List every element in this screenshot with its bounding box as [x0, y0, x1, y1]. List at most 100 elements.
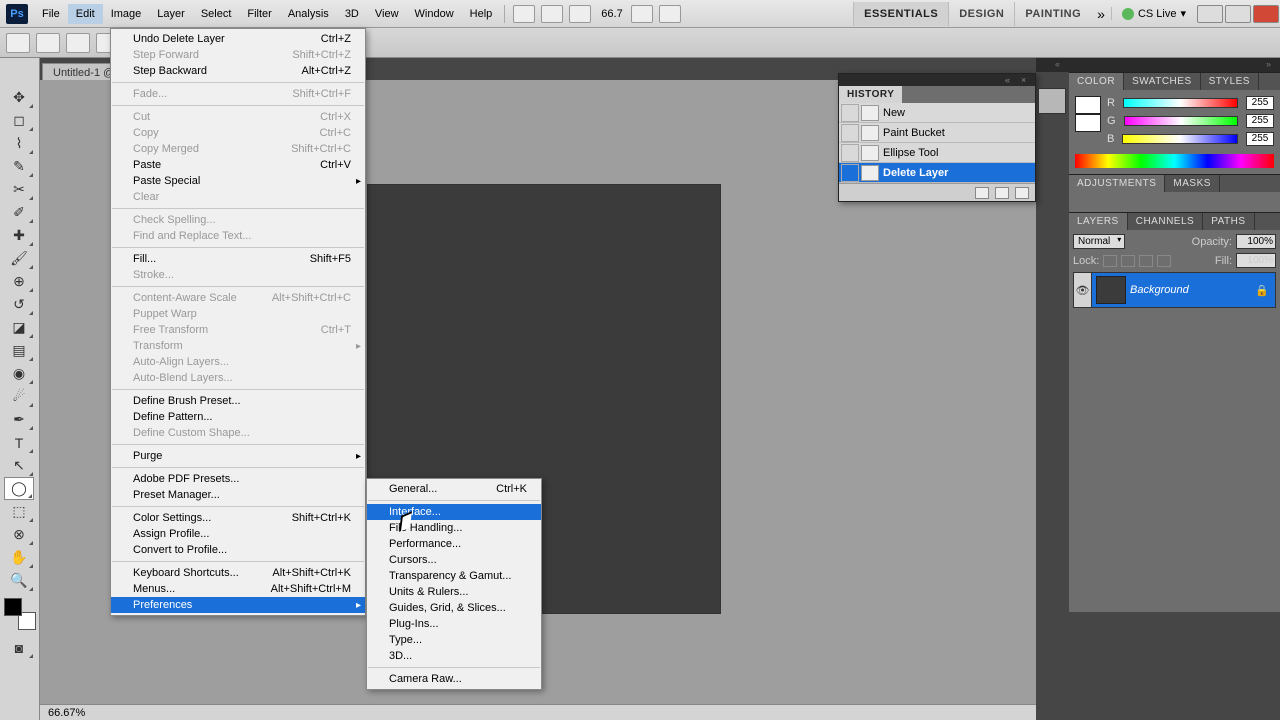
menubar-analysis[interactable]: Analysis [280, 4, 337, 24]
tab-history[interactable]: HISTORY [839, 86, 902, 103]
selection-new-icon[interactable] [36, 33, 60, 53]
menu-item[interactable]: Purge [111, 448, 365, 464]
launch-minibr-icon[interactable] [541, 5, 563, 23]
type-tool-icon[interactable]: T [4, 431, 34, 454]
lasso-tool-icon[interactable]: ⌇ [4, 132, 34, 155]
layer-thumb[interactable] [1096, 276, 1126, 304]
menu-item[interactable]: Color Settings...Shift+Ctrl+K [111, 510, 365, 526]
b-value[interactable]: 255 [1246, 132, 1274, 146]
zoom-tool-icon[interactable]: 🔍 [4, 569, 34, 592]
tab-swatches[interactable]: SWATCHES [1124, 73, 1201, 90]
eraser-tool-icon[interactable]: ◪ [4, 316, 34, 339]
tab-adjustments[interactable]: ADJUSTMENTS [1069, 175, 1165, 192]
menu-item[interactable]: Cursors... [367, 552, 541, 568]
opacity-input[interactable]: 100% [1236, 234, 1276, 249]
selection-add-icon[interactable] [66, 33, 90, 53]
cs-live-button[interactable]: CS Live ▾ [1111, 7, 1196, 20]
lock-all-icon[interactable] [1157, 255, 1171, 267]
menubar-help[interactable]: Help [462, 4, 501, 24]
lock-trans-icon[interactable] [1103, 255, 1117, 267]
b-slider[interactable] [1122, 134, 1238, 144]
history-item[interactable]: Delete Layer [839, 163, 1035, 183]
workspace-painting[interactable]: PAINTING [1014, 2, 1091, 26]
panel-close-icon[interactable]: × [1021, 76, 1031, 84]
menubar-window[interactable]: Window [407, 4, 462, 24]
menubar-filter[interactable]: Filter [239, 4, 279, 24]
blend-mode-select[interactable]: Normal [1073, 234, 1125, 249]
menubar-layer[interactable]: Layer [149, 4, 193, 24]
healing-tool-icon[interactable]: ✚ [4, 224, 34, 247]
menubar-image[interactable]: Image [103, 4, 150, 24]
history-snapshot-icon[interactable] [975, 187, 989, 199]
lock-pixels-icon[interactable] [1121, 255, 1135, 267]
blur-tool-icon[interactable]: ◉ [4, 362, 34, 385]
menu-item[interactable]: Transparency & Gamut... [367, 568, 541, 584]
tab-channels[interactable]: CHANNELS [1128, 213, 1203, 230]
menu-item[interactable]: Type... [367, 632, 541, 648]
eyedropper-tool-icon[interactable]: ✐ [4, 201, 34, 224]
window-maximize-button[interactable] [1225, 5, 1251, 23]
menubar-3d[interactable]: 3D [337, 4, 367, 24]
tab-paths[interactable]: PATHS [1203, 213, 1254, 230]
crop-tool-icon[interactable]: ✂ [4, 178, 34, 201]
r-slider[interactable] [1123, 98, 1238, 108]
menu-item[interactable]: Preferences [111, 597, 365, 613]
pen-tool-icon[interactable]: ✒ [4, 408, 34, 431]
zoom-readout[interactable]: 66.7 [601, 8, 622, 20]
menu-item[interactable]: File Handling... [367, 520, 541, 536]
menu-item[interactable]: Guides, Grid, & Slices... [367, 600, 541, 616]
spectrum-bar[interactable] [1075, 154, 1274, 168]
quickselect-tool-icon[interactable]: ✎ [4, 155, 34, 178]
workspace-essentials[interactable]: ESSENTIALS [853, 2, 948, 26]
menu-item[interactable]: Undo Delete LayerCtrl+Z [111, 31, 365, 47]
tab-masks[interactable]: MASKS [1165, 175, 1220, 192]
screenmode-icon[interactable] [659, 5, 681, 23]
layer-row-background[interactable]: 👁 Background 🔒 [1073, 272, 1276, 308]
dodge-tool-icon[interactable]: ☄ [4, 385, 34, 408]
dock-collapse-icon[interactable]: « [1055, 59, 1065, 69]
menu-item[interactable]: Fill...Shift+F5 [111, 251, 365, 267]
3dcamera-tool-icon[interactable]: ⊗ [4, 523, 34, 546]
tab-layers[interactable]: LAYERS [1069, 213, 1128, 230]
history-brush-tool-icon[interactable]: ↺ [4, 293, 34, 316]
3d-tool-icon[interactable]: ⬚ [4, 500, 34, 523]
history-item[interactable]: Paint Bucket [839, 123, 1035, 143]
fill-input[interactable]: 100% [1236, 253, 1276, 268]
menu-item[interactable]: Preset Manager... [111, 487, 365, 503]
tab-color[interactable]: COLOR [1069, 73, 1124, 90]
menu-item[interactable]: Camera Raw... [367, 671, 541, 687]
foreground-background-swatch[interactable] [4, 598, 36, 630]
menu-item[interactable]: Units & Rulers... [367, 584, 541, 600]
shape-tool-icon[interactable]: ◯ [4, 477, 34, 500]
menu-item[interactable]: Assign Profile... [111, 526, 365, 542]
dock-collapse-icon[interactable]: » [1266, 59, 1276, 69]
g-slider[interactable] [1124, 116, 1238, 126]
menu-item[interactable]: Keyboard Shortcuts...Alt+Shift+Ctrl+K [111, 565, 365, 581]
menubar-view[interactable]: View [367, 4, 407, 24]
history-item[interactable]: New [839, 103, 1035, 123]
menu-item[interactable]: Menus...Alt+Shift+Ctrl+M [111, 581, 365, 597]
stamp-tool-icon[interactable]: ⊕ [4, 270, 34, 293]
menu-item[interactable]: Performance... [367, 536, 541, 552]
tool-preset-icon[interactable] [6, 33, 30, 53]
menu-item[interactable]: Paste Special [111, 173, 365, 189]
menu-item[interactable]: Interface... [367, 504, 541, 520]
hand-tool-icon[interactable]: ✋ [4, 546, 34, 569]
arrange-icon[interactable] [631, 5, 653, 23]
gradient-tool-icon[interactable]: ▤ [4, 339, 34, 362]
menubar-file[interactable]: File [34, 4, 68, 24]
history-new-icon[interactable] [995, 187, 1009, 199]
path-tool-icon[interactable]: ↖ [4, 454, 34, 477]
menu-item[interactable]: General...Ctrl+K [367, 481, 541, 497]
status-zoom[interactable]: 66.67% [48, 707, 85, 719]
menu-item[interactable]: Step BackwardAlt+Ctrl+Z [111, 63, 365, 79]
workspace-more-icon[interactable]: » [1091, 6, 1111, 22]
window-close-button[interactable] [1253, 5, 1279, 23]
quickmask-icon[interactable]: ◙ [4, 636, 34, 659]
lock-pos-icon[interactable] [1139, 255, 1153, 267]
workspace-design[interactable]: DESIGN [948, 2, 1014, 26]
extras-icon[interactable] [569, 5, 591, 23]
brush-tool-icon[interactable]: 🖌 [4, 247, 34, 270]
tab-styles[interactable]: STYLES [1201, 73, 1259, 90]
launch-bridge-icon[interactable] [513, 5, 535, 23]
